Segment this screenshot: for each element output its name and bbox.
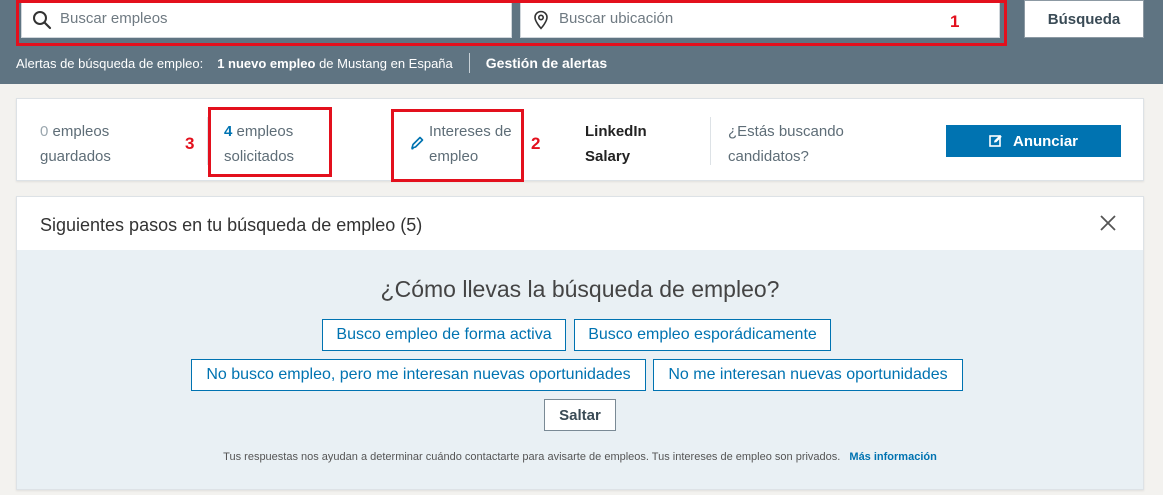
saved-jobs-count: 0: [40, 123, 49, 140]
stats-divider: [710, 117, 711, 165]
stats-divider: [207, 117, 208, 165]
option-sporadic-search[interactable]: Busco empleo esporádicamente: [574, 319, 831, 351]
post-job-label: Anunciar: [1012, 132, 1078, 150]
job-search-input[interactable]: [60, 10, 452, 27]
applied-jobs-label-1: empleos: [236, 123, 294, 140]
saved-jobs-label-2: guardados: [40, 148, 111, 165]
search-icon: [33, 11, 52, 30]
job-interests-label-2: empleo: [429, 148, 479, 165]
alerts-new-job-count: 1 nuevo empleo: [217, 55, 316, 71]
search-button[interactable]: Búsqueda: [1024, 0, 1144, 38]
alerts-detail: de Mustang en España: [319, 55, 453, 71]
location-pin-icon: [534, 10, 548, 30]
annotation-label-1: 1: [950, 12, 960, 31]
job-interests-label-1: Intereses de: [429, 123, 512, 140]
close-button[interactable]: [1097, 213, 1119, 235]
salary-label-2: Salary: [585, 148, 631, 165]
option-active-search[interactable]: Busco empleo de forma activa: [322, 319, 566, 351]
job-interests-link[interactable]: Intereses de empleo: [409, 119, 529, 169]
linkedin-salary-link[interactable]: LinkedIn Salary: [585, 119, 665, 169]
applied-jobs-label-2: solicitados: [224, 148, 295, 165]
applied-jobs-stat[interactable]: 4 empleos solicitados: [224, 119, 334, 169]
edit-square-icon: [989, 135, 1002, 147]
location-search-input[interactable]: [559, 10, 942, 27]
job-search-question: ¿Cómo llevas la búsqueda de empleo?: [380, 276, 780, 302]
job-search-box[interactable]: [21, 0, 512, 38]
top-search-bar: Búsqueda Alertas de búsqueda de empleo: …: [0, 0, 1163, 84]
skip-button[interactable]: Saltar: [544, 399, 616, 431]
location-search-box[interactable]: [520, 0, 1000, 38]
alerts-divider: [468, 53, 470, 73]
annotation-label-3: 3: [185, 134, 195, 153]
saved-jobs-stat[interactable]: 0 empleos guardados: [40, 119, 150, 169]
next-steps-card: Siguientes pasos en tu búsqueda de emple…: [16, 196, 1144, 490]
manage-alerts-link[interactable]: Gestión de alertas: [486, 55, 607, 71]
annotation-label-2: 2: [531, 134, 541, 153]
post-job-button[interactable]: Anunciar: [946, 125, 1121, 157]
close-icon: [1100, 215, 1116, 231]
looking-for-candidates-text: ¿Estás buscando candidatos?: [728, 119, 858, 169]
job-alerts-bar: Alertas de búsqueda de empleo: 1 nuevo e…: [16, 53, 607, 73]
applied-jobs-count: 4: [224, 123, 233, 140]
salary-label-1: LinkedIn: [585, 123, 647, 140]
pencil-icon: [411, 136, 424, 150]
saved-jobs-label-1: empleos: [52, 123, 110, 140]
privacy-text: Tus respuestas nos ayudan a determinar c…: [223, 451, 841, 463]
next-steps-title: Siguientes pasos en tu búsqueda de emple…: [40, 215, 423, 235]
alerts-new-job[interactable]: 1 nuevo empleo de Mustang en España: [217, 56, 453, 71]
more-info-link[interactable]: Más información: [849, 451, 936, 463]
candidates-label-1: ¿Estás buscando: [728, 123, 844, 140]
option-open-to-opportunities[interactable]: No busco empleo, pero me interesan nueva…: [191, 359, 646, 391]
job-search-status-panel: ¿Cómo llevas la búsqueda de empleo? Busc…: [17, 250, 1143, 489]
next-steps-header: Siguientes pasos en tu búsqueda de emple…: [17, 197, 1143, 250]
alerts-label: Alertas de búsqueda de empleo:: [16, 55, 204, 71]
option-not-interested[interactable]: No me interesan nuevas oportunidades: [653, 359, 963, 391]
candidates-label-2: candidatos?: [728, 148, 809, 165]
privacy-note: Tus respuestas nos ayudan a determinar c…: [17, 451, 1143, 463]
